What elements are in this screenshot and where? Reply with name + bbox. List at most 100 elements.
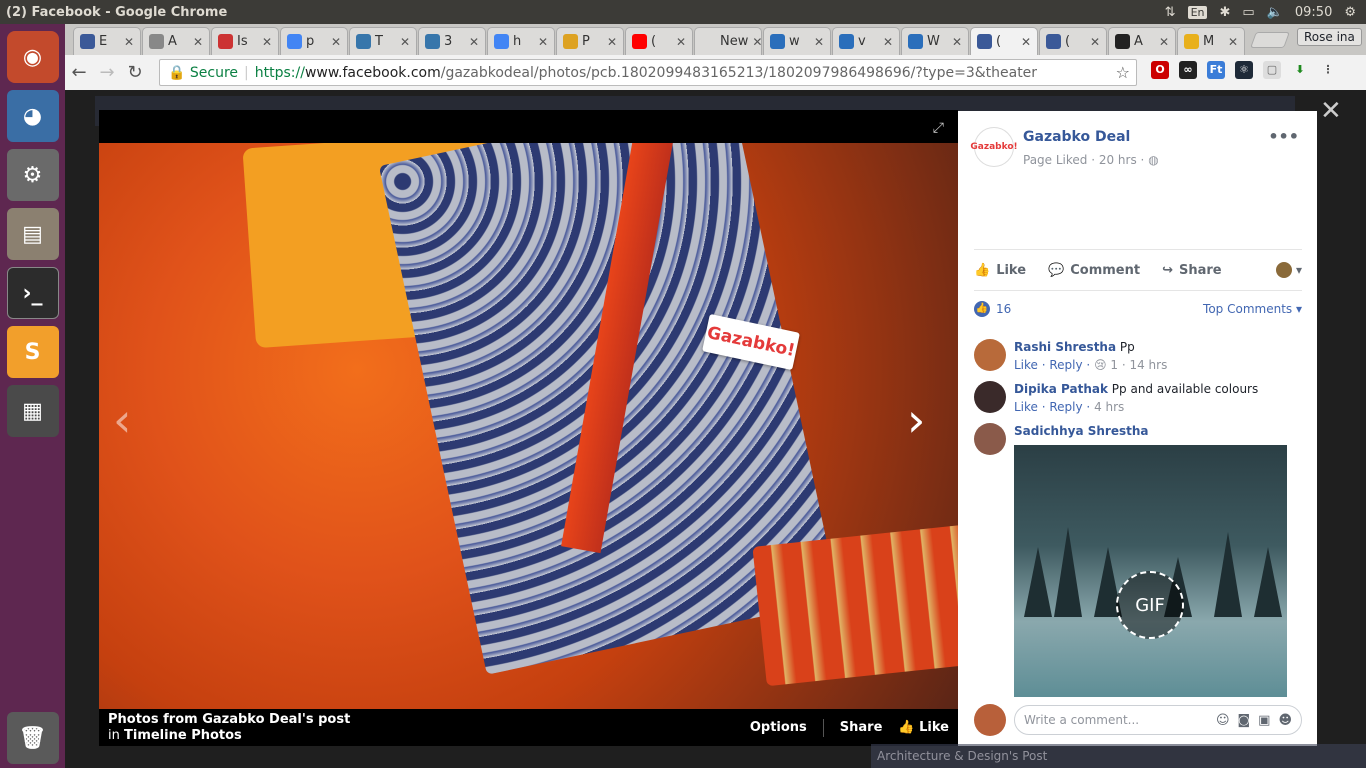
browser-tab[interactable]: Is ✕ (211, 27, 279, 55)
profile-button[interactable]: Rose ina (1297, 28, 1362, 46)
tab-close-icon[interactable]: ✕ (1228, 35, 1238, 49)
browser-tab[interactable]: p ✕ (280, 27, 348, 55)
browser-tab[interactable]: E ✕ (73, 27, 141, 55)
thumbs-up-icon: 👍 (974, 262, 991, 278)
comment-input[interactable]: Write a comment... ☺ ◙ ▣ ☻ (1014, 705, 1302, 735)
browser-tab[interactable]: P ✕ (556, 27, 624, 55)
tab-close-icon[interactable]: ✕ (814, 35, 824, 49)
previous-photo-icon[interactable]: ‹ (113, 393, 131, 447)
comment-like-reply-links[interactable]: Like · Reply · (1014, 358, 1090, 372)
tab-close-icon[interactable]: ✕ (1090, 35, 1100, 49)
tab-close-icon[interactable]: ✕ (607, 35, 617, 49)
browser-tab[interactable]: New ✕ (694, 27, 762, 55)
sublime-text-icon[interactable]: S (6, 326, 59, 378)
browser-tab[interactable]: A ✕ (142, 27, 210, 55)
new-tab-button[interactable] (1250, 32, 1290, 48)
download-extension-icon[interactable]: ⬇ (1291, 61, 1309, 79)
caption-album-link[interactable]: Timeline Photos (124, 728, 242, 743)
camera-icon[interactable]: ◙ (1238, 713, 1251, 728)
commenter-name[interactable]: Dipika Pathak (1014, 382, 1108, 396)
gif-icon[interactable]: ▣ (1258, 713, 1270, 728)
sticker-icon[interactable]: ☻ (1278, 713, 1292, 728)
chevron-down-icon: ▾ (1295, 263, 1302, 277)
trash-icon[interactable]: 🗑 (6, 712, 59, 764)
reaction-count[interactable]: 16 (996, 302, 1011, 316)
tab-close-icon[interactable]: ✕ (1159, 35, 1169, 49)
commenter-name[interactable]: Rashi Shrestha (1014, 340, 1116, 354)
browser-tab[interactable]: W ✕ (901, 27, 969, 55)
bookmark-star-icon[interactable]: ☆ (1116, 63, 1136, 82)
files-icon[interactable]: ▤ (6, 208, 59, 260)
tab-close-icon[interactable]: ✕ (752, 35, 761, 49)
forward-icon[interactable]: → (93, 62, 121, 83)
settings-gear-icon[interactable]: ⚙ (1344, 5, 1356, 20)
chrome-launcher-icon[interactable]: ◕ (6, 90, 59, 142)
fullscreen-icon[interactable]: ⤢ (933, 120, 944, 136)
tab-close-icon[interactable]: ✕ (331, 35, 341, 49)
volume-icon[interactable]: 🔈 (1267, 5, 1283, 20)
page-avatar[interactable]: Gazabko! (970, 127, 1018, 167)
browser-tab[interactable]: 3 ✕ (418, 27, 486, 55)
commenter-avatar[interactable] (974, 339, 1006, 371)
browser-tab[interactable]: M ✕ (1177, 27, 1245, 55)
browser-tab[interactable]: (✕ (970, 27, 1038, 55)
tab-close-icon[interactable]: ✕ (952, 35, 962, 49)
post-as-selector[interactable]: ▾ (1275, 262, 1302, 278)
browser-tab[interactable]: A ✕ (1108, 27, 1176, 55)
network-icon[interactable]: ⇅ (1165, 5, 1176, 20)
commenter-avatar[interactable] (974, 423, 1006, 455)
ubuntu-dash-icon[interactable]: ◉ (6, 31, 59, 83)
browser-tab[interactable]: w ✕ (763, 27, 831, 55)
comment-gif[interactable]: GIF (1014, 445, 1287, 697)
browser-tab[interactable]: (✕ (625, 27, 693, 55)
comment-button[interactable]: 💬 Comment (1048, 263, 1140, 278)
viewer-like-button[interactable]: 👍 Like (898, 720, 949, 735)
commenter-name[interactable]: Sadichhya Shrestha (1014, 424, 1149, 438)
tab-close-icon[interactable]: ✕ (469, 35, 479, 49)
system-settings-icon[interactable]: ⚙ (6, 149, 59, 201)
terminal-icon[interactable]: ›_ (6, 267, 59, 319)
clock[interactable]: 09:50 (1295, 5, 1332, 20)
reload-icon[interactable]: ↻ (121, 62, 149, 83)
battery-icon[interactable]: ▭ (1242, 5, 1254, 20)
comment-like-reply-links[interactable]: Like · Reply · (1014, 400, 1090, 414)
address-bar[interactable]: 🔒 Secure | https:// www.facebook.com /ga… (159, 59, 1137, 86)
tab-close-icon[interactable]: ✕ (193, 35, 203, 49)
video-editor-icon[interactable]: ▦ (6, 385, 59, 437)
react-extension-icon[interactable]: ⚛ (1235, 61, 1253, 79)
browser-toolbar: ← → ↻ 🔒 Secure | https:// www.facebook.c… (65, 55, 1366, 90)
browser-tab[interactable]: h ✕ (487, 27, 555, 55)
tab-close-icon[interactable]: ✕ (1021, 35, 1031, 49)
share-button[interactable]: ↪ Share (1162, 263, 1222, 278)
top-comments-dropdown[interactable]: Top Comments ▾ (1203, 302, 1302, 316)
page-name-link[interactable]: Gazabko Deal (1023, 129, 1159, 145)
comment-time: 4 hrs (1094, 400, 1125, 414)
tab-close-icon[interactable]: ✕ (400, 35, 410, 49)
gif-play-badge[interactable]: GIF (1116, 571, 1184, 639)
tab-close-icon[interactable]: ✕ (124, 35, 134, 49)
chrome-menu-icon[interactable]: ⋮ (1319, 61, 1337, 79)
viewer-share-button[interactable]: Share (840, 720, 883, 735)
tab-close-icon[interactable]: ✕ (538, 35, 548, 49)
ft-extension-icon[interactable]: Ft (1207, 61, 1225, 79)
caption-title[interactable]: Photos from Gazabko Deal's post (108, 712, 350, 727)
browser-tab[interactable]: v ✕ (832, 27, 900, 55)
language-indicator[interactable]: En (1187, 5, 1208, 19)
close-viewer-icon[interactable]: ✕ (1320, 96, 1342, 126)
glasses-extension-icon[interactable]: ∞ (1179, 61, 1197, 79)
page-extension-icon[interactable]: ▢ (1263, 61, 1281, 79)
browser-tab[interactable]: T ✕ (349, 27, 417, 55)
options-button[interactable]: Options (750, 720, 807, 735)
next-photo-icon[interactable]: › (907, 393, 925, 447)
tab-close-icon[interactable]: ✕ (262, 35, 272, 49)
commenter-avatar[interactable] (974, 381, 1006, 413)
emoji-icon[interactable]: ☺ (1216, 713, 1230, 728)
adblock-extension-icon[interactable]: O (1151, 61, 1169, 79)
bluetooth-icon[interactable]: ✱ (1219, 5, 1230, 20)
tab-close-icon[interactable]: ✕ (883, 35, 893, 49)
like-button[interactable]: 👍 Like (974, 263, 1026, 278)
browser-tab[interactable]: (✕ (1039, 27, 1107, 55)
back-icon[interactable]: ← (65, 62, 93, 83)
tab-close-icon[interactable]: ✕ (676, 35, 686, 49)
more-options-icon[interactable]: ••• (1268, 127, 1299, 146)
